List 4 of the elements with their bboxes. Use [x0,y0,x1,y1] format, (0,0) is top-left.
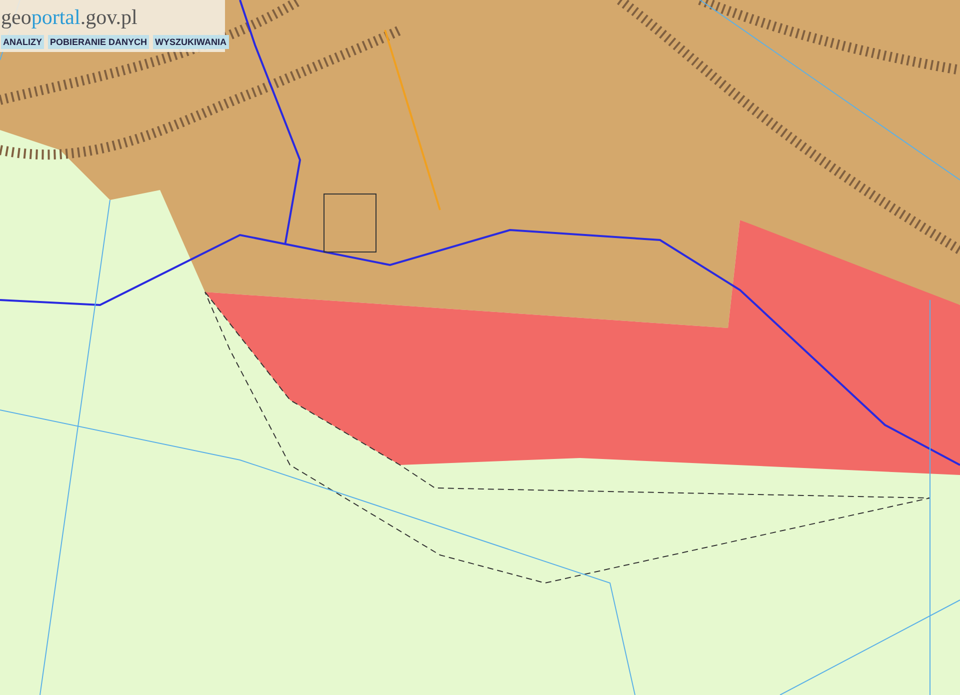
toolbar-button[interactable]: POBIERANIE DANYCH [48,35,150,49]
toolbar-button[interactable]: ANALIZY [1,35,44,49]
geoportal-logo[interactable]: geoportal.gov.pl [1,4,224,30]
toolbar-button[interactable]: WYSZUKIWANIA [153,35,229,49]
